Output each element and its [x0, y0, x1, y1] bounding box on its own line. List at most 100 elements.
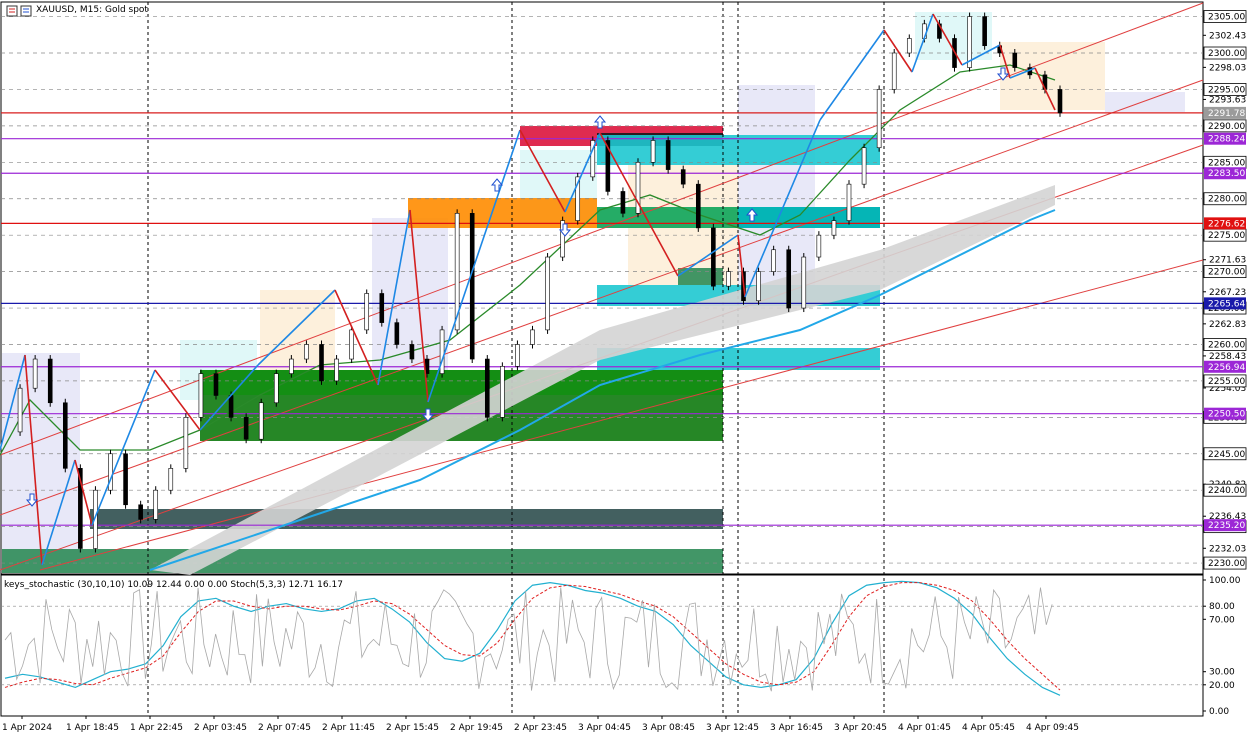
x-tick-label: 1 Apr 2024 [2, 723, 52, 733]
x-tick-label: 4 Apr 09:45 [1026, 723, 1079, 733]
candle-body [680, 169, 686, 185]
x-tick-label: 3 Apr 04:45 [578, 723, 631, 733]
price-level-label: 2288.24 [1208, 135, 1245, 145]
level-label: 2305.00 [1208, 13, 1245, 23]
candle-body [32, 358, 38, 389]
y-tick-label: 2293.63 [1209, 95, 1246, 105]
candle-body [469, 213, 475, 360]
indicator-title: keys_stochastic (30,10,10) 10.09 12.44 0… [4, 580, 343, 590]
candle-body [786, 249, 792, 309]
level-label: 2300.00 [1208, 49, 1245, 59]
y-tick-label: 2298.03 [1209, 63, 1246, 73]
candle-body [665, 140, 671, 170]
zone-rect [597, 207, 738, 228]
oscillator-y-tick-label: 20.00 [1209, 681, 1235, 691]
level-label: 2290.00 [1208, 122, 1245, 132]
level-label: 2255.00 [1208, 377, 1245, 387]
candle-body [711, 227, 716, 287]
x-tick-label: 2 Apr 07:45 [258, 723, 311, 733]
x-tick-label: 3 Apr 16:45 [770, 723, 823, 733]
candle-body [123, 453, 128, 506]
candle-body [213, 373, 219, 396]
y-tick-label: 2302.43 [1209, 31, 1246, 41]
price-level-label: 2276.62 [1208, 219, 1245, 229]
x-tick-label: 2 Apr 23:45 [514, 723, 567, 733]
session-box [2, 353, 80, 570]
price-level-label: 2283.50 [1208, 169, 1245, 179]
zone-rect [90, 509, 723, 529]
x-tick-label: 1 Apr 18:45 [66, 723, 119, 733]
candle-body [379, 293, 385, 323]
level-label: 2260.00 [1208, 340, 1245, 350]
y-tick-label: 2258.43 [1209, 352, 1246, 362]
candle-body [409, 344, 415, 360]
candle-body [47, 358, 53, 404]
y-tick-label: 2267.23 [1209, 288, 1246, 298]
candle-body [168, 468, 174, 491]
level-label: 2295.00 [1208, 85, 1245, 95]
candle-body [515, 344, 520, 367]
candle-body [876, 89, 882, 149]
candle-body [650, 140, 656, 163]
candle-body [319, 344, 324, 382]
price-level-label: 2250.50 [1208, 410, 1245, 420]
candle-body [334, 358, 339, 382]
oscillator-y-tick-label: 70.00 [1209, 615, 1235, 625]
level-label: 2240.00 [1208, 486, 1245, 496]
chart-canvas[interactable]: 2302.43 2298.03 2293.63 2271.63 2267.23 2262.… [0, 0, 1253, 738]
candle-body [771, 249, 776, 272]
level-label: 2230.00 [1208, 559, 1245, 569]
candle-body [289, 358, 294, 374]
candle-body [484, 358, 490, 418]
oscillator-y-tick-label: 30.00 [1209, 668, 1235, 678]
x-tick-label: 3 Apr 12:45 [706, 723, 759, 733]
candle-body [1012, 52, 1018, 68]
candle-body [258, 402, 264, 440]
candle-body [500, 366, 505, 418]
y-tick-label: 2262.83 [1209, 320, 1246, 330]
candle-body [62, 402, 68, 469]
candle-body [364, 293, 370, 331]
candle-body [349, 329, 354, 360]
oscillator-y-tick-label: 0.00 [1209, 707, 1229, 717]
x-tick-label: 3 Apr 20:45 [834, 723, 887, 733]
level-label: 2275.00 [1208, 231, 1245, 241]
x-tick-label: 2 Apr 15:45 [386, 723, 439, 733]
session-box [1105, 92, 1185, 112]
trading-chart[interactable]: 2302.43 2298.03 2293.63 2271.63 2267.23 2262.… [0, 0, 1253, 738]
candle-body [439, 329, 445, 374]
candle-body [861, 147, 867, 185]
x-tick-label: 2 Apr 11:45 [322, 723, 375, 733]
candle-body [982, 16, 987, 47]
candle-body [756, 271, 761, 302]
x-tick-label: 4 Apr 01:45 [898, 723, 951, 733]
candle-body [228, 395, 234, 418]
x-tick-label: 2 Apr 03:45 [194, 723, 247, 733]
level-label: 2280.00 [1208, 195, 1245, 205]
candle-body [394, 322, 400, 345]
zone-rect [738, 207, 880, 228]
candle-body [891, 52, 897, 90]
chart-type-icon[interactable] [6, 5, 34, 20]
x-tick-label: 1 Apr 22:45 [130, 723, 183, 733]
x-tick-label: 2 Apr 19:45 [450, 723, 503, 733]
price-level-label: 2235.20 [1208, 521, 1245, 531]
candle-body [153, 489, 159, 520]
y-tick-label: 2271.63 [1209, 256, 1246, 266]
candle-body [530, 329, 535, 345]
candle-body [17, 387, 23, 433]
candle-body [846, 183, 852, 221]
candle-body [695, 183, 701, 229]
x-tick-label: 4 Apr 05:45 [962, 723, 1015, 733]
candle-body [831, 220, 837, 236]
y-tick-label: 2232.03 [1209, 544, 1246, 554]
zone-rect [2, 549, 723, 573]
candle-body [243, 417, 249, 440]
candle-body [304, 344, 309, 360]
candle-body [801, 256, 807, 309]
candle-body [620, 191, 626, 214]
candle-body [816, 234, 822, 258]
price-level-label: 2256.94 [1208, 363, 1245, 373]
candle-body [273, 373, 279, 404]
x-tick-label: 3 Apr 08:45 [642, 723, 695, 733]
